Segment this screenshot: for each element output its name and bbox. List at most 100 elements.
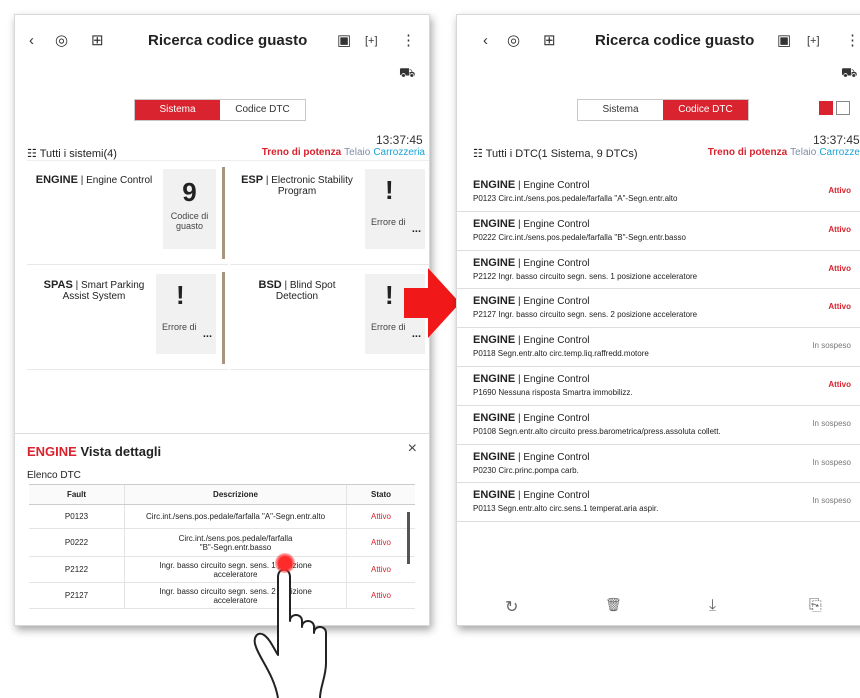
dtc-status: Attivo: [828, 302, 851, 312]
dtc-description: P1690 Nessuna risposta Smartra immobiliz…: [473, 387, 633, 397]
dtc-status: Attivo: [828, 186, 851, 195]
header-fault: Fault: [29, 485, 125, 504]
add-file-icon[interactable]: ⊞: [91, 31, 104, 51]
hand-pointer-icon: [253, 568, 327, 698]
dtc-description: P0230 Circ.princ.pompa carb.: [473, 465, 579, 475]
dtc-system: ENGINE | Engine Control: [473, 372, 590, 385]
dtc-description: P0123 Circ.int./sens.pos.pedale/farfalla…: [473, 194, 678, 203]
error-label: Errore di: [162, 322, 197, 332]
timestamp: 13:37:45: [376, 133, 423, 147]
crop-icon[interactable]: [+]: [365, 31, 378, 51]
card-divider: [222, 272, 225, 364]
tab-sistema[interactable]: Sistema: [578, 100, 663, 120]
tap-indicator: [275, 553, 295, 573]
category-chassis[interactable]: Telaio: [344, 147, 370, 158]
table-row[interactable]: P2127 Ingr. basso circuito segn. sens. 2…: [29, 583, 415, 609]
dtc-list: ENGINE | Engine Control P0123 Circ.int./s…: [457, 173, 860, 523]
fault-description: Circ.int./sens.pos.pedale/farfalla "A"-S…: [125, 505, 347, 528]
list-item[interactable]: ENGINE | Engine Control P0118 Segn.entr.a…: [457, 328, 860, 367]
car-icon[interactable]: ⛟: [841, 65, 857, 83]
more-dots-icon[interactable]: ...: [203, 328, 212, 340]
list-item[interactable]: ENGINE | Engine Control P0108 Segn.entr.a…: [457, 406, 860, 445]
view-toggle: [819, 101, 853, 119]
dtc-table: Fault Descrizione Stato P0123 Circ.int./…: [29, 484, 415, 609]
export-icon[interactable]: ⎘: [809, 597, 822, 615]
exclamation-icon: !: [385, 175, 394, 205]
table-row[interactable]: P0222 Circ.int./sens.pos.pedale/farfalla…: [29, 529, 415, 557]
page-title: Ricerca codice guasto: [595, 32, 755, 49]
exclamation-icon: !: [176, 280, 185, 310]
list-item[interactable]: ENGINE | Engine Control P2122 Ingr. basso…: [457, 251, 860, 290]
all-dtc-label[interactable]: ☷ Tutti i DTC(1 Sistema, 9 DTCs): [473, 147, 638, 160]
list-item[interactable]: ENGINE | Engine Control P0113 Segn.entr.a…: [457, 483, 860, 523]
top-bar: ‹ ◎ ⊞ Ricerca codice guasto ▣ [+] ⋮: [457, 27, 860, 57]
download-icon[interactable]: ⤓: [709, 597, 716, 615]
back-icon[interactable]: ‹: [29, 31, 34, 51]
add-file-icon[interactable]: ⊞: [543, 31, 556, 51]
error-box: ! Errore di ...: [365, 169, 425, 249]
tab-codice-dtc[interactable]: Codice DTC: [663, 100, 748, 120]
system-card-engine[interactable]: ENGINE | Engine Control 9 Codice di guas…: [27, 161, 228, 265]
more-dots-icon[interactable]: ...: [412, 223, 421, 235]
scan-icon[interactable]: ◎: [507, 31, 520, 51]
list-item[interactable]: ENGINE | Engine Control P0123 Circ.int./s…: [457, 173, 860, 212]
fault-count: 9: [182, 177, 197, 207]
top-bar: ‹ ◎ ⊞ Ricerca codice guasto ▣ [+] ⋮: [15, 27, 429, 57]
car-battery-icon[interactable]: ▣: [777, 31, 791, 51]
system-card-spas[interactable]: SPAS | Smart Parking Assist System ! Err…: [27, 266, 228, 370]
more-icon[interactable]: ⋮: [401, 31, 416, 51]
left-screen: ‹ ◎ ⊞ Ricerca codice guasto ▣ [+] ⋮ ⛟ Si…: [14, 14, 430, 626]
right-screen: ‹ ◎ ⊞ Ricerca codice guasto ▣ [+] ⋮ ⛟ Si…: [456, 14, 860, 626]
delete-icon[interactable]: 🗑: [605, 597, 622, 613]
tab-switch: Sistema Codice DTC: [577, 99, 749, 121]
more-icon[interactable]: ⋮: [845, 31, 860, 51]
screenshot-root: ‹ ◎ ⊞ Ricerca codice guasto ▣ [+] ⋮ ⛟ Si…: [0, 0, 860, 698]
category-powertrain[interactable]: Treno di potenza: [708, 147, 787, 158]
car-icon[interactable]: ⛟: [399, 65, 415, 83]
transition-arrow-icon: [404, 268, 460, 338]
list-view-icon[interactable]: [819, 101, 833, 115]
detail-panel: ENGINE Vista dettagli × Elenco DTC Fault…: [15, 433, 429, 625]
card-divider: [222, 167, 225, 259]
scan-icon[interactable]: ◎: [55, 31, 68, 51]
dtc-system: ENGINE | Engine Control: [473, 217, 590, 230]
car-battery-icon[interactable]: ▣: [337, 31, 351, 51]
category-powertrain[interactable]: Treno di potenza: [262, 147, 341, 158]
category-chassis[interactable]: Telaio: [790, 147, 816, 158]
system-name: ESP | Electronic Stability Program: [241, 174, 353, 198]
list-item[interactable]: ENGINE | Engine Control P2127 Ingr. basso…: [457, 289, 860, 329]
close-icon[interactable]: ×: [408, 440, 417, 458]
scrollbar[interactable]: [407, 512, 410, 564]
list-item[interactable]: ENGINE | Engine Control P0222 Circ.int./s…: [457, 212, 860, 251]
table-row[interactable]: P2122 Ingr. basso circuito segn. sens. 1…: [29, 557, 415, 583]
page-title: Ricerca codice guasto: [148, 32, 308, 49]
filter-icon: ☷: [27, 148, 37, 160]
all-systems-label[interactable]: ☷ Tutti i sistemi(4): [27, 147, 117, 160]
dtc-status: In sospeso: [812, 418, 851, 428]
all-dtc-text: Tutti i DTC(1 Sistema, 9 DTCs): [485, 148, 638, 160]
category-body[interactable]: Carrozzeria: [819, 147, 860, 158]
system-name: SPAS | Smart Parking Assist System: [43, 279, 145, 303]
back-icon[interactable]: ‹: [483, 31, 488, 51]
grid-view-icon[interactable]: [836, 101, 850, 115]
category-row: ☷ Tutti i DTC(1 Sistema, 9 DTCs) Treno d…: [473, 147, 860, 163]
tab-sistema[interactable]: Sistema: [135, 100, 220, 120]
tab-codice-dtc[interactable]: Codice DTC: [220, 100, 305, 120]
dtc-system: ENGINE | Engine Control: [473, 256, 590, 269]
error-box: ! Errore di ...: [156, 274, 216, 354]
fault-count-label: Codice di guasto: [170, 211, 209, 231]
crop-icon[interactable]: [+]: [807, 31, 820, 51]
fault-status: Attivo: [370, 591, 391, 600]
refresh-icon[interactable]: ↻: [505, 597, 518, 617]
fault-code: P2122: [29, 557, 125, 582]
table-row[interactable]: P0123 Circ.int./sens.pos.pedale/farfalla…: [29, 505, 415, 529]
list-item[interactable]: ENGINE | Engine Control P1690 Nessuna ris…: [457, 367, 860, 406]
system-card-bsd[interactable]: BSD | Blind Spot Detection ! Errore di .…: [230, 266, 429, 370]
header-description: Descrizione: [125, 485, 347, 504]
list-item[interactable]: ENGINE | Engine Control P0230 Circ.princ.…: [457, 445, 860, 484]
detail-title: ENGINE Vista dettagli: [27, 444, 162, 459]
system-card-esp[interactable]: ESP | Electronic Stability Program ! Err…: [230, 161, 429, 265]
exclamation-icon: !: [385, 280, 394, 310]
dtc-description: P2127 Ingr. basso circuito segn. sens. 2…: [473, 310, 698, 320]
category-body[interactable]: Carrozzeria: [373, 147, 425, 158]
